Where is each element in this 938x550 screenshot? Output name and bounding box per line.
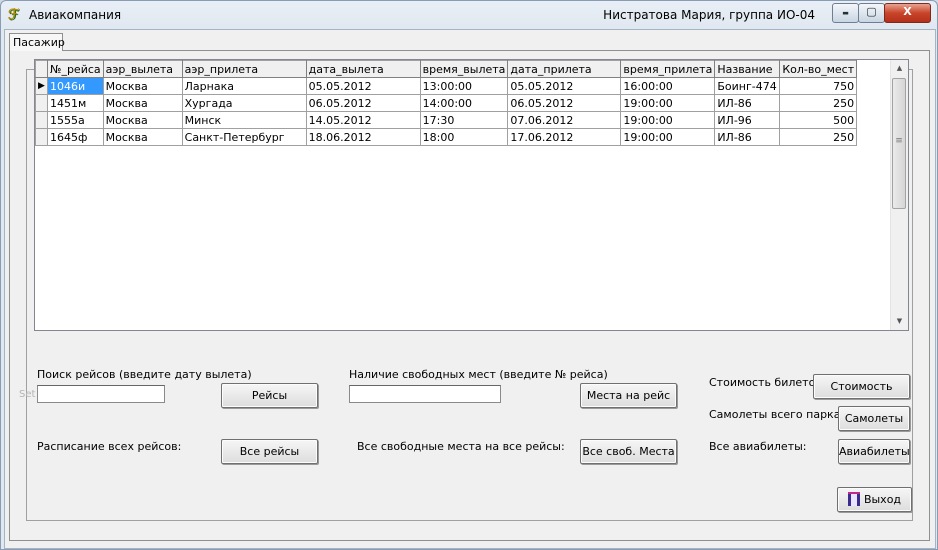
minimize-icon: ▬	[842, 9, 849, 17]
maximize-icon: ▢	[866, 5, 877, 18]
row-indicator	[35, 111, 48, 129]
row-indicator	[35, 128, 48, 146]
window-title: Авиакомпания	[29, 8, 122, 22]
flights-grid[interactable]: №_рейса аэр_вылета аэр_прилета дата_выле…	[34, 59, 909, 331]
tab-label: Пасажир	[13, 36, 65, 49]
grid-cell[interactable]: Москва	[102, 77, 183, 95]
column-header[interactable]: аэр_прилета	[181, 60, 307, 78]
grid-cell[interactable]: 07.06.2012	[507, 111, 622, 129]
column-header[interactable]: дата_вылета	[305, 60, 421, 78]
exit-door-icon	[847, 492, 860, 506]
flights-button[interactable]: Рейсы	[221, 383, 318, 408]
table-row[interactable]: 1451м Москва Хургада 06.05.2012 14:00:00…	[35, 94, 858, 112]
all-flights-button[interactable]: Все рейсы	[221, 439, 318, 464]
scroll-down-arrow-icon[interactable]: ▼	[891, 313, 908, 330]
schedule-label: Расписание всех рейсов:	[37, 440, 182, 453]
exit-button-label: Выход	[863, 493, 902, 506]
grid-cell[interactable]: 06.05.2012	[507, 94, 622, 112]
row-indicator	[35, 94, 48, 112]
planes-button[interactable]: Самолеты	[838, 406, 910, 431]
column-header[interactable]: №_рейса	[47, 60, 104, 78]
all-free-label: Все свободные места на все рейсы:	[357, 440, 565, 453]
flight-number-input[interactable]	[349, 385, 501, 403]
column-header[interactable]: дата_прилета	[507, 60, 622, 78]
app-icon: ℱ	[8, 7, 20, 23]
grid-cell[interactable]: Санкт-Петербург	[181, 128, 307, 146]
ghost-text: Set	[19, 389, 36, 400]
grid-cell[interactable]: 16:00:00	[620, 77, 716, 95]
minimize-button[interactable]: ▬	[832, 3, 859, 23]
free-seats-label: Наличие свободных мест (введите № рейса)	[349, 368, 608, 381]
cost-label: Стоимость билетов:	[709, 376, 826, 389]
title-bar[interactable]: ℱ Авиакомпания Нистратова Мария, группа …	[1, 1, 937, 29]
grid-cell[interactable]: 18.06.2012	[305, 128, 421, 146]
seats-on-flight-button[interactable]: Места на рейс	[580, 383, 677, 408]
close-button[interactable]: X	[884, 3, 931, 23]
grid-cell[interactable]: 14.05.2012	[305, 111, 421, 129]
grid-cell[interactable]: 05.05.2012	[305, 77, 421, 95]
scroll-thumb[interactable]: ≡	[892, 78, 906, 209]
grid-cell[interactable]: Минск	[181, 111, 307, 129]
grid-cell[interactable]: ИЛ-96	[714, 111, 781, 129]
author-caption: Нистратова Мария, группа ИО-04	[603, 8, 815, 22]
grid-cell[interactable]: 750	[779, 77, 858, 95]
grid-cell[interactable]: 19:00:00	[620, 111, 716, 129]
table-row[interactable]: ▶ 1046и Москва Ларнака 05.05.2012 13:00:…	[35, 77, 858, 95]
header-indicator	[35, 60, 48, 78]
grid-cell[interactable]: ИЛ-86	[714, 128, 781, 146]
grid-vertical-scrollbar[interactable]: ▲ ≡ ▼	[890, 60, 908, 330]
current-row-marker-icon: ▶	[35, 77, 48, 95]
column-header[interactable]: время_вылета	[419, 60, 509, 78]
table-row[interactable]: 1645ф Москва Санкт-Петербург 18.06.2012 …	[35, 128, 858, 146]
grid-cell[interactable]: 13:00:00	[419, 77, 509, 95]
tickets-button[interactable]: Авиабилеты	[838, 439, 910, 464]
grid-cell[interactable]: 18:00	[419, 128, 509, 146]
grid-cell[interactable]: 500	[779, 111, 858, 129]
column-header[interactable]: аэр_вылета	[102, 60, 183, 78]
grid-cell[interactable]: Хургада	[181, 94, 307, 112]
table-row[interactable]: 1555а Москва Минск 14.05.2012 17:30 07.0…	[35, 111, 858, 129]
column-header[interactable]: Название	[714, 60, 781, 78]
grid-cell[interactable]: 14:00:00	[419, 94, 509, 112]
grid-cell[interactable]: Ларнака	[181, 77, 307, 95]
cost-button[interactable]: Стоимость	[813, 374, 910, 399]
grid-cell[interactable]: ИЛ-86	[714, 94, 781, 112]
grid-cell[interactable]: 250	[779, 94, 858, 112]
search-date-input[interactable]	[37, 385, 165, 403]
fleet-label: Самолеты всего парка:	[709, 408, 845, 421]
exit-button[interactable]: Выход	[837, 487, 912, 512]
grid-cell[interactable]: 1645ф	[47, 128, 104, 146]
grid-cell[interactable]: Москва	[102, 111, 183, 129]
grid-cell[interactable]: 1451м	[47, 94, 104, 112]
close-icon: X	[903, 5, 912, 18]
grid-cell[interactable]: 1555а	[47, 111, 104, 129]
grid-cell[interactable]: 05.05.2012	[507, 77, 622, 95]
grid-cell[interactable]: Боинг-474	[714, 77, 781, 95]
search-label: Поиск рейсов (введите дату вылета)	[37, 368, 252, 381]
grid-cell[interactable]: 250	[779, 128, 858, 146]
flights-table: №_рейса аэр_вылета аэр_прилета дата_выле…	[35, 60, 858, 146]
grid-cell[interactable]: 17:30	[419, 111, 509, 129]
grid-cell[interactable]: 19:00:00	[620, 128, 716, 146]
maximize-button[interactable]: ▢	[858, 3, 885, 23]
grid-cell[interactable]: Москва	[102, 128, 183, 146]
tickets-label: Все авиабилеты:	[709, 440, 807, 453]
grid-cell[interactable]: 1046и	[47, 77, 104, 95]
scroll-up-arrow-icon[interactable]: ▲	[891, 60, 908, 77]
grid-cell[interactable]: 17.06.2012	[507, 128, 622, 146]
grid-cell[interactable]: 19:00:00	[620, 94, 716, 112]
column-header[interactable]: время_прилета	[620, 60, 716, 78]
main-window: ℱ Авиакомпания Нистратова Мария, группа …	[0, 0, 938, 550]
tab-passenger[interactable]: Пасажир	[9, 33, 65, 51]
grid-cell[interactable]: Москва	[102, 94, 183, 112]
column-header[interactable]: Кол-во_мест	[779, 60, 858, 78]
grid-cell[interactable]: 06.05.2012	[305, 94, 421, 112]
all-free-seats-button[interactable]: Все своб. Места	[580, 439, 677, 464]
grid-header-row: №_рейса аэр_вылета аэр_прилета дата_выле…	[35, 60, 858, 78]
